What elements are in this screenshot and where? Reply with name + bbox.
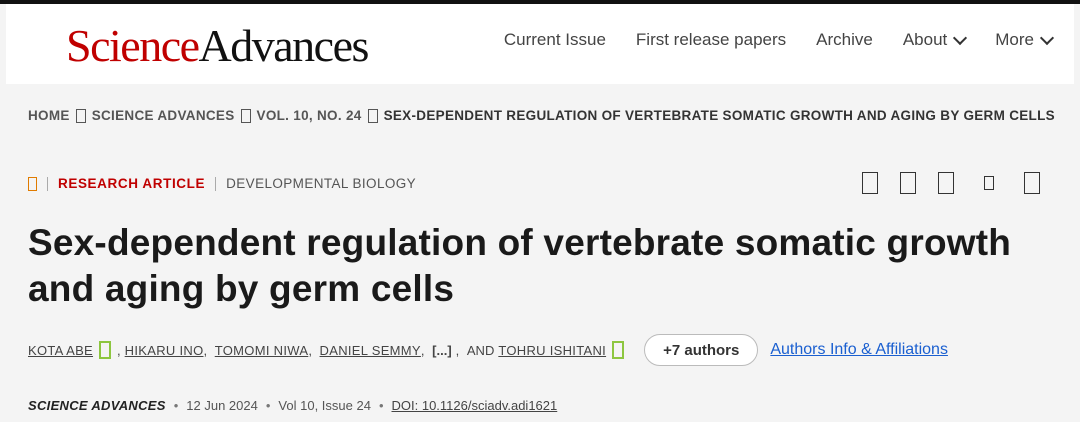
author-link[interactable]: HIKARU INO	[125, 343, 204, 358]
volume-issue: Vol 10, Issue 24	[278, 398, 371, 413]
publication-date: 12 Jun 2024	[186, 398, 258, 413]
site-header: ScienceAdvances Current Issue First rele…	[6, 4, 1074, 84]
author-list: KOTA ABE , HIKARU INO , TOMOMI NIWA , DA…	[28, 334, 948, 366]
main-nav: Current Issue First release papers Archi…	[504, 30, 1055, 50]
share-icon[interactable]	[938, 172, 954, 194]
doi-link[interactable]: DOI: 10.1126/sciadv.adi1621	[392, 398, 558, 413]
chevron-down-icon	[953, 30, 968, 45]
pdf-icon[interactable]	[862, 172, 878, 194]
author-link[interactable]: DANIEL SEMMY	[320, 343, 421, 358]
divider	[47, 176, 48, 191]
author-comma: ,	[455, 342, 463, 358]
open-access-icon	[28, 176, 37, 191]
nav-first-release[interactable]: First release papers	[636, 30, 786, 50]
nav-label: More	[995, 30, 1034, 49]
article-title: Sex-dependent regulation of vertebrate s…	[28, 222, 1012, 309]
nav-label: Archive	[816, 30, 873, 49]
separator-dot: •	[173, 398, 179, 413]
cite-icon[interactable]	[984, 176, 994, 190]
breadcrumb: HOME SCIENCE ADVANCES VOL. 10, NO. 24 SE…	[28, 108, 1055, 123]
author-comma: ,	[203, 342, 211, 358]
nav-label: About	[902, 30, 948, 49]
nav-current-issue[interactable]: Current Issue	[504, 30, 606, 50]
logo-science: Science	[66, 20, 200, 71]
author-comma: ,	[420, 342, 429, 358]
author-comma: ,	[117, 342, 121, 358]
authors-affiliations-link[interactable]: Authors Info & Affiliations	[770, 341, 948, 359]
journal-name: SCIENCE ADVANCES	[28, 398, 166, 413]
divider	[215, 176, 217, 191]
author-ellipsis[interactable]: [...]	[432, 343, 452, 358]
author-link[interactable]: TOHRU ISHITANI	[498, 343, 606, 358]
nav-about[interactable]: About	[902, 30, 968, 50]
chevron-down-icon	[1039, 30, 1055, 45]
breadcrumb-issue[interactable]: VOL. 10, NO. 24	[257, 108, 362, 123]
breadcrumb-home[interactable]: HOME	[28, 108, 70, 123]
breadcrumb-separator-icon	[367, 108, 378, 123]
separator-dot: •	[265, 398, 271, 413]
more-authors-button[interactable]: +7 authors	[644, 334, 759, 366]
logo-advances: Advances	[198, 20, 370, 71]
bookmark-icon[interactable]	[900, 172, 916, 194]
site-logo[interactable]: ScienceAdvances	[66, 16, 370, 76]
permissions-icon[interactable]	[1024, 172, 1040, 194]
publication-info: SCIENCE ADVANCES • 12 Jun 2024 • Vol 10,…	[28, 398, 557, 413]
breadcrumb-journal[interactable]: SCIENCE ADVANCES	[92, 108, 235, 123]
article-meta: RESEARCH ARTICLE DEVELOPMENTAL BIOLOGY	[28, 176, 416, 191]
author-comma: ,	[308, 342, 316, 358]
author-link[interactable]: TOMOMI NIWA	[215, 343, 309, 358]
article-tools	[862, 172, 1040, 194]
separator-dot: •	[378, 398, 384, 413]
article-subject[interactable]: DEVELOPMENTAL BIOLOGY	[226, 176, 416, 191]
breadcrumb-separator-icon	[75, 108, 86, 123]
orcid-icon[interactable]	[99, 341, 112, 359]
nav-label: First release papers	[635, 30, 787, 49]
breadcrumb-current: SEX-DEPENDENT REGULATION OF VERTEBRATE S…	[383, 108, 1055, 123]
author-and: AND	[466, 342, 495, 358]
orcid-icon[interactable]	[612, 341, 625, 359]
nav-more[interactable]: More	[995, 30, 1055, 50]
nav-archive[interactable]: Archive	[816, 30, 873, 50]
breadcrumb-separator-icon	[240, 108, 251, 123]
nav-label: Current Issue	[503, 30, 606, 49]
article-type: RESEARCH ARTICLE	[58, 176, 206, 191]
author-link[interactable]: KOTA ABE	[28, 343, 93, 358]
